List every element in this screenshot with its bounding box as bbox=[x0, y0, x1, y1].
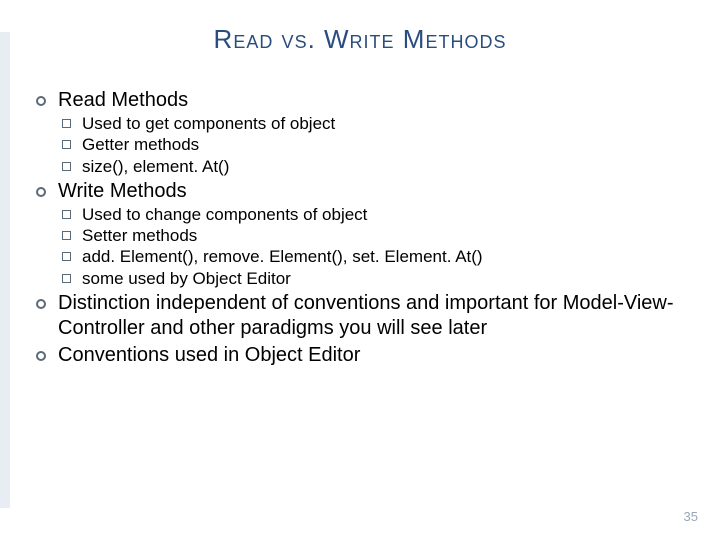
bullet-conventions: Conventions used in Object Editor bbox=[36, 343, 686, 368]
sub-bullet: some used by Object Editor bbox=[62, 268, 686, 289]
sub-bullet: size(), element. At() bbox=[62, 156, 686, 177]
bullet-distinction: Distinction independent of conventions a… bbox=[36, 291, 686, 341]
slide-body: Read Methods Used to get components of o… bbox=[36, 86, 686, 368]
slide-title: Read vs. Write Methods bbox=[0, 24, 720, 55]
sub-bullet: Used to get components of object bbox=[62, 113, 686, 134]
sub-bullet: Used to change components of object bbox=[62, 204, 686, 225]
sub-bullet: Setter methods bbox=[62, 225, 686, 246]
bullet-read-methods: Read Methods bbox=[36, 88, 686, 113]
bullet-write-methods: Write Methods bbox=[36, 179, 686, 204]
sub-bullet: Getter methods bbox=[62, 134, 686, 155]
slide: Read vs. Write Methods Read Methods Used… bbox=[0, 0, 720, 540]
sub-bullet: add. Element(), remove. Element(), set. … bbox=[62, 246, 686, 267]
page-number: 35 bbox=[684, 509, 698, 524]
